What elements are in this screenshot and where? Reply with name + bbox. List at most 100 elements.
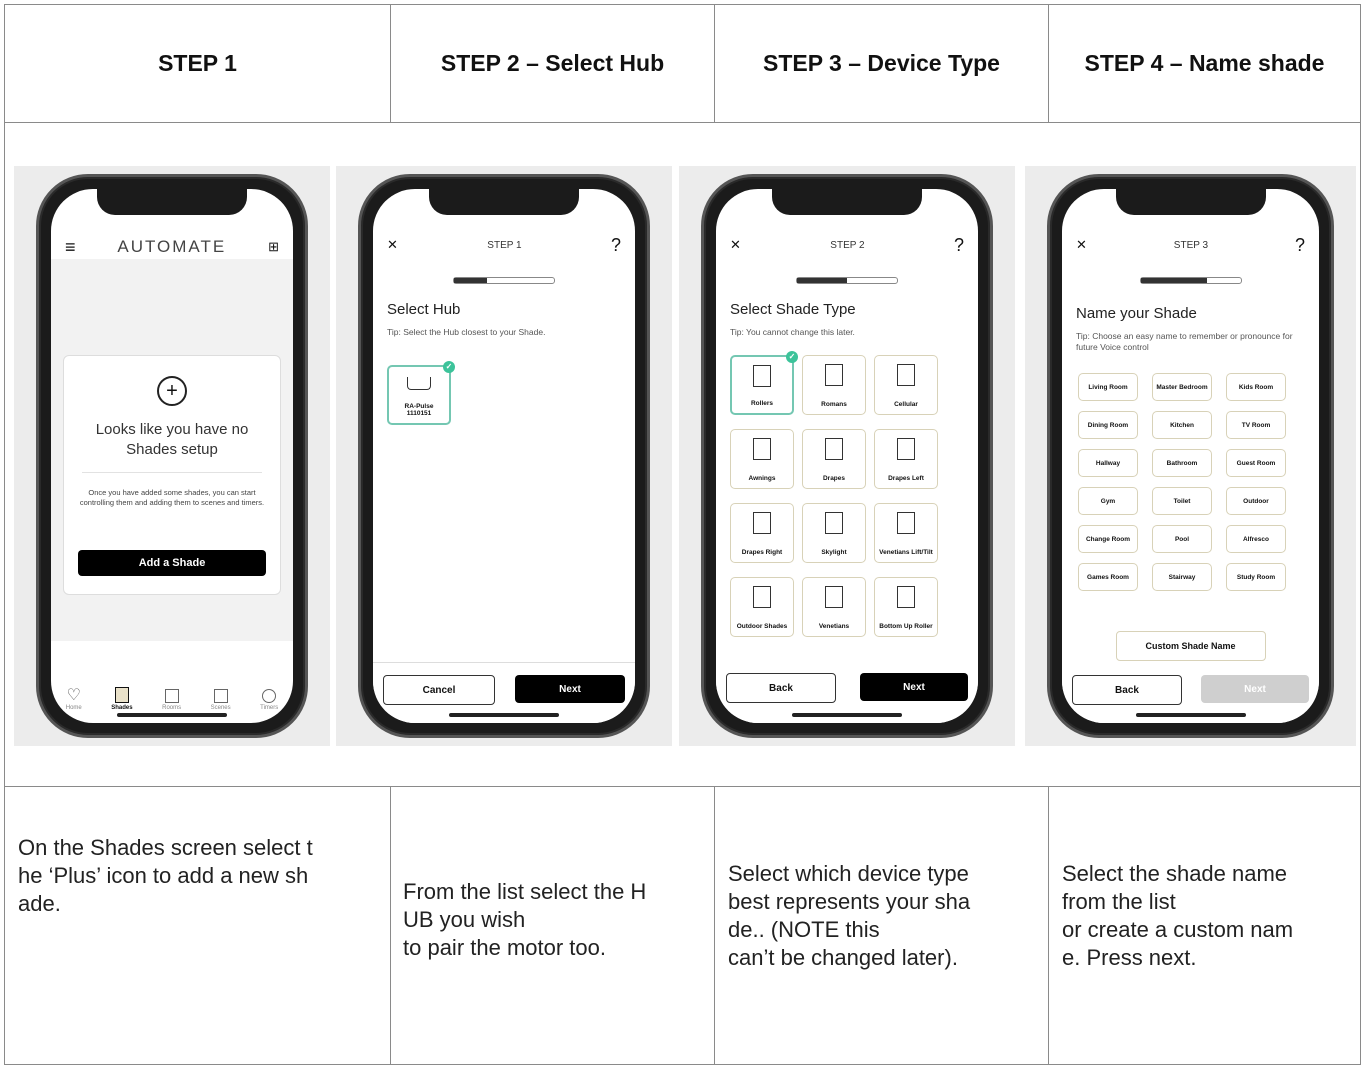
check-icon: ✓	[443, 361, 455, 373]
shade-type-label: Venetians Lift/Tilt	[879, 549, 933, 556]
header-step-2: STEP 2 – Select Hub	[440, 49, 665, 76]
back-button[interactable]: Back	[1072, 675, 1182, 705]
shade-type-tile[interactable]: Drapes Left	[874, 429, 938, 489]
shade-name-option[interactable]: Kitchen	[1152, 411, 1212, 439]
shade-type-icon	[825, 364, 843, 386]
step-label: STEP 2	[830, 239, 865, 251]
shade-type-icon	[897, 586, 915, 608]
shade-name-option[interactable]: Pool	[1152, 525, 1212, 553]
help-icon[interactable]: ?	[954, 235, 964, 256]
room-icon	[164, 689, 179, 703]
shade-type-label: Romans	[821, 401, 847, 408]
shade-name-option[interactable]: Kids Room	[1226, 373, 1286, 401]
nav-scenes[interactable]: Scenes	[211, 689, 231, 711]
shade-type-label: Skylight	[821, 549, 847, 556]
hub-tile[interactable]: ✓ RA-Pulse 1110151	[387, 361, 455, 425]
progress-bar	[1139, 277, 1242, 284]
shade-name-option[interactable]: Bathroom	[1152, 449, 1212, 477]
screenshot-shades-screen: ≡ AUTOMATE ⊞ + Looks like you have no Sh…	[14, 166, 330, 746]
add-shade-button[interactable]: Add a Shade	[78, 550, 266, 576]
shade-name-option[interactable]: Stairway	[1152, 563, 1212, 591]
help-icon[interactable]: ?	[1295, 235, 1305, 256]
custom-name-button[interactable]: Custom Shade Name	[1115, 631, 1266, 661]
description-line: From the list select the H	[403, 879, 647, 904]
shade-type-icon	[825, 438, 843, 460]
step-label: STEP 1	[487, 239, 522, 251]
phone-notch	[1115, 189, 1266, 215]
shade-type-tile[interactable]: Cellular	[874, 355, 938, 415]
next-button[interactable]: Next	[1201, 675, 1309, 703]
nav-timers[interactable]: Timers	[260, 689, 278, 711]
shade-type-tile[interactable]: Drapes	[802, 429, 866, 489]
nav-rooms[interactable]: Rooms	[162, 689, 181, 711]
description-line: Select which device type	[728, 861, 969, 886]
phone-frame: ✕ STEP 3 ? Name your Shade Tip: Choose a…	[1047, 174, 1334, 738]
table-border-left	[4, 4, 5, 1065]
phone-screen: ✕ STEP 2 ? Select Shade Type Tip: You ca…	[716, 189, 978, 723]
home-indicator	[1135, 713, 1246, 717]
scenes-icon	[213, 689, 228, 703]
nav-label: Scenes	[210, 705, 231, 711]
shade-name-option[interactable]: Toilet	[1152, 487, 1212, 515]
table-border-right	[1360, 4, 1361, 1065]
shade-name-option[interactable]: Outdoor	[1226, 487, 1286, 515]
nav-shades[interactable]: Shades	[111, 687, 133, 711]
empty-state-body: Once you have added some shades, you can…	[79, 488, 265, 507]
bottom-nav: ♡ Home Shades Rooms Scenes Timers	[51, 673, 293, 711]
shade-name-option[interactable]: Gym	[1078, 487, 1138, 515]
shade-name-option[interactable]: Alfresco	[1226, 525, 1286, 553]
shade-type-tile[interactable]: Skylight	[802, 503, 866, 563]
menu-icon[interactable]: ≡	[65, 237, 76, 258]
nav-home[interactable]: ♡ Home	[66, 685, 82, 711]
cancel-button[interactable]: Cancel	[383, 675, 495, 705]
nav-label: Rooms	[162, 705, 182, 711]
shade-name-option[interactable]: Living Room	[1078, 373, 1138, 401]
description-line: best represents your sha	[728, 889, 971, 914]
shade-name-option[interactable]: Change Room	[1078, 525, 1138, 553]
shade-name-option[interactable]: TV Room	[1226, 411, 1286, 439]
shade-type-tile[interactable]: ✓ Rollers	[730, 351, 798, 415]
clock-icon	[262, 689, 277, 703]
next-button[interactable]: Next	[515, 675, 625, 703]
table-row-divider	[4, 122, 1361, 123]
shade-type-tile[interactable]: Drapes Right	[730, 503, 794, 563]
close-icon[interactable]: ✕	[1076, 237, 1087, 253]
table-border-bottom	[4, 1064, 1361, 1065]
description-step-4: Select the shade name from the list or c…	[1062, 860, 1358, 972]
nav-label: Timers	[260, 705, 279, 711]
shade-type-tile[interactable]: Bottom Up Roller	[874, 577, 938, 637]
hub-label: RA-Pulse 1110151	[404, 403, 434, 417]
shade-name-option[interactable]: Dining Room	[1078, 411, 1138, 439]
progress-fill	[797, 278, 847, 283]
back-button[interactable]: Back	[726, 673, 836, 703]
description-line: Select the shade name	[1062, 861, 1288, 886]
next-button[interactable]: Next	[860, 673, 968, 701]
shade-name-option[interactable]: Games Room	[1078, 563, 1138, 591]
shade-type-tile[interactable]: Outdoor Shades	[730, 577, 794, 637]
plus-icon[interactable]: +	[157, 376, 187, 406]
shade-type-icon	[825, 512, 843, 534]
phone-notch	[429, 189, 579, 215]
shade-name-option[interactable]: Hallway	[1078, 449, 1138, 477]
help-icon[interactable]: ?	[611, 235, 621, 256]
shade-name-option[interactable]: Master Bedroom	[1152, 373, 1212, 401]
screen-title: Select Shade Type	[730, 301, 856, 318]
description-line: de.. (NOTE this	[728, 917, 880, 942]
close-icon[interactable]: ✕	[387, 237, 398, 253]
shade-name-option[interactable]: Guest Room	[1226, 449, 1286, 477]
wizard-header: ✕ STEP 1 ?	[387, 233, 621, 257]
description-line: or create a custom nam	[1062, 917, 1294, 942]
close-icon[interactable]: ✕	[730, 237, 741, 253]
grid-icon[interactable]: ⊞	[268, 239, 279, 255]
shade-name-option[interactable]: Study Room	[1226, 563, 1286, 591]
col-divider	[1048, 786, 1049, 1064]
shade-type-tile[interactable]: Awnings	[730, 429, 794, 489]
shade-icon	[114, 687, 129, 703]
shade-type-tile[interactable]: Romans	[802, 355, 866, 415]
description-line: e. Press next.	[1062, 945, 1197, 970]
shade-type-icon	[897, 438, 915, 460]
col-divider	[390, 786, 391, 1064]
shade-type-tile[interactable]: Venetians	[802, 577, 866, 637]
shade-type-tile[interactable]: Venetians Lift/Tilt	[874, 503, 938, 563]
shade-type-label: Venetians	[818, 623, 850, 630]
